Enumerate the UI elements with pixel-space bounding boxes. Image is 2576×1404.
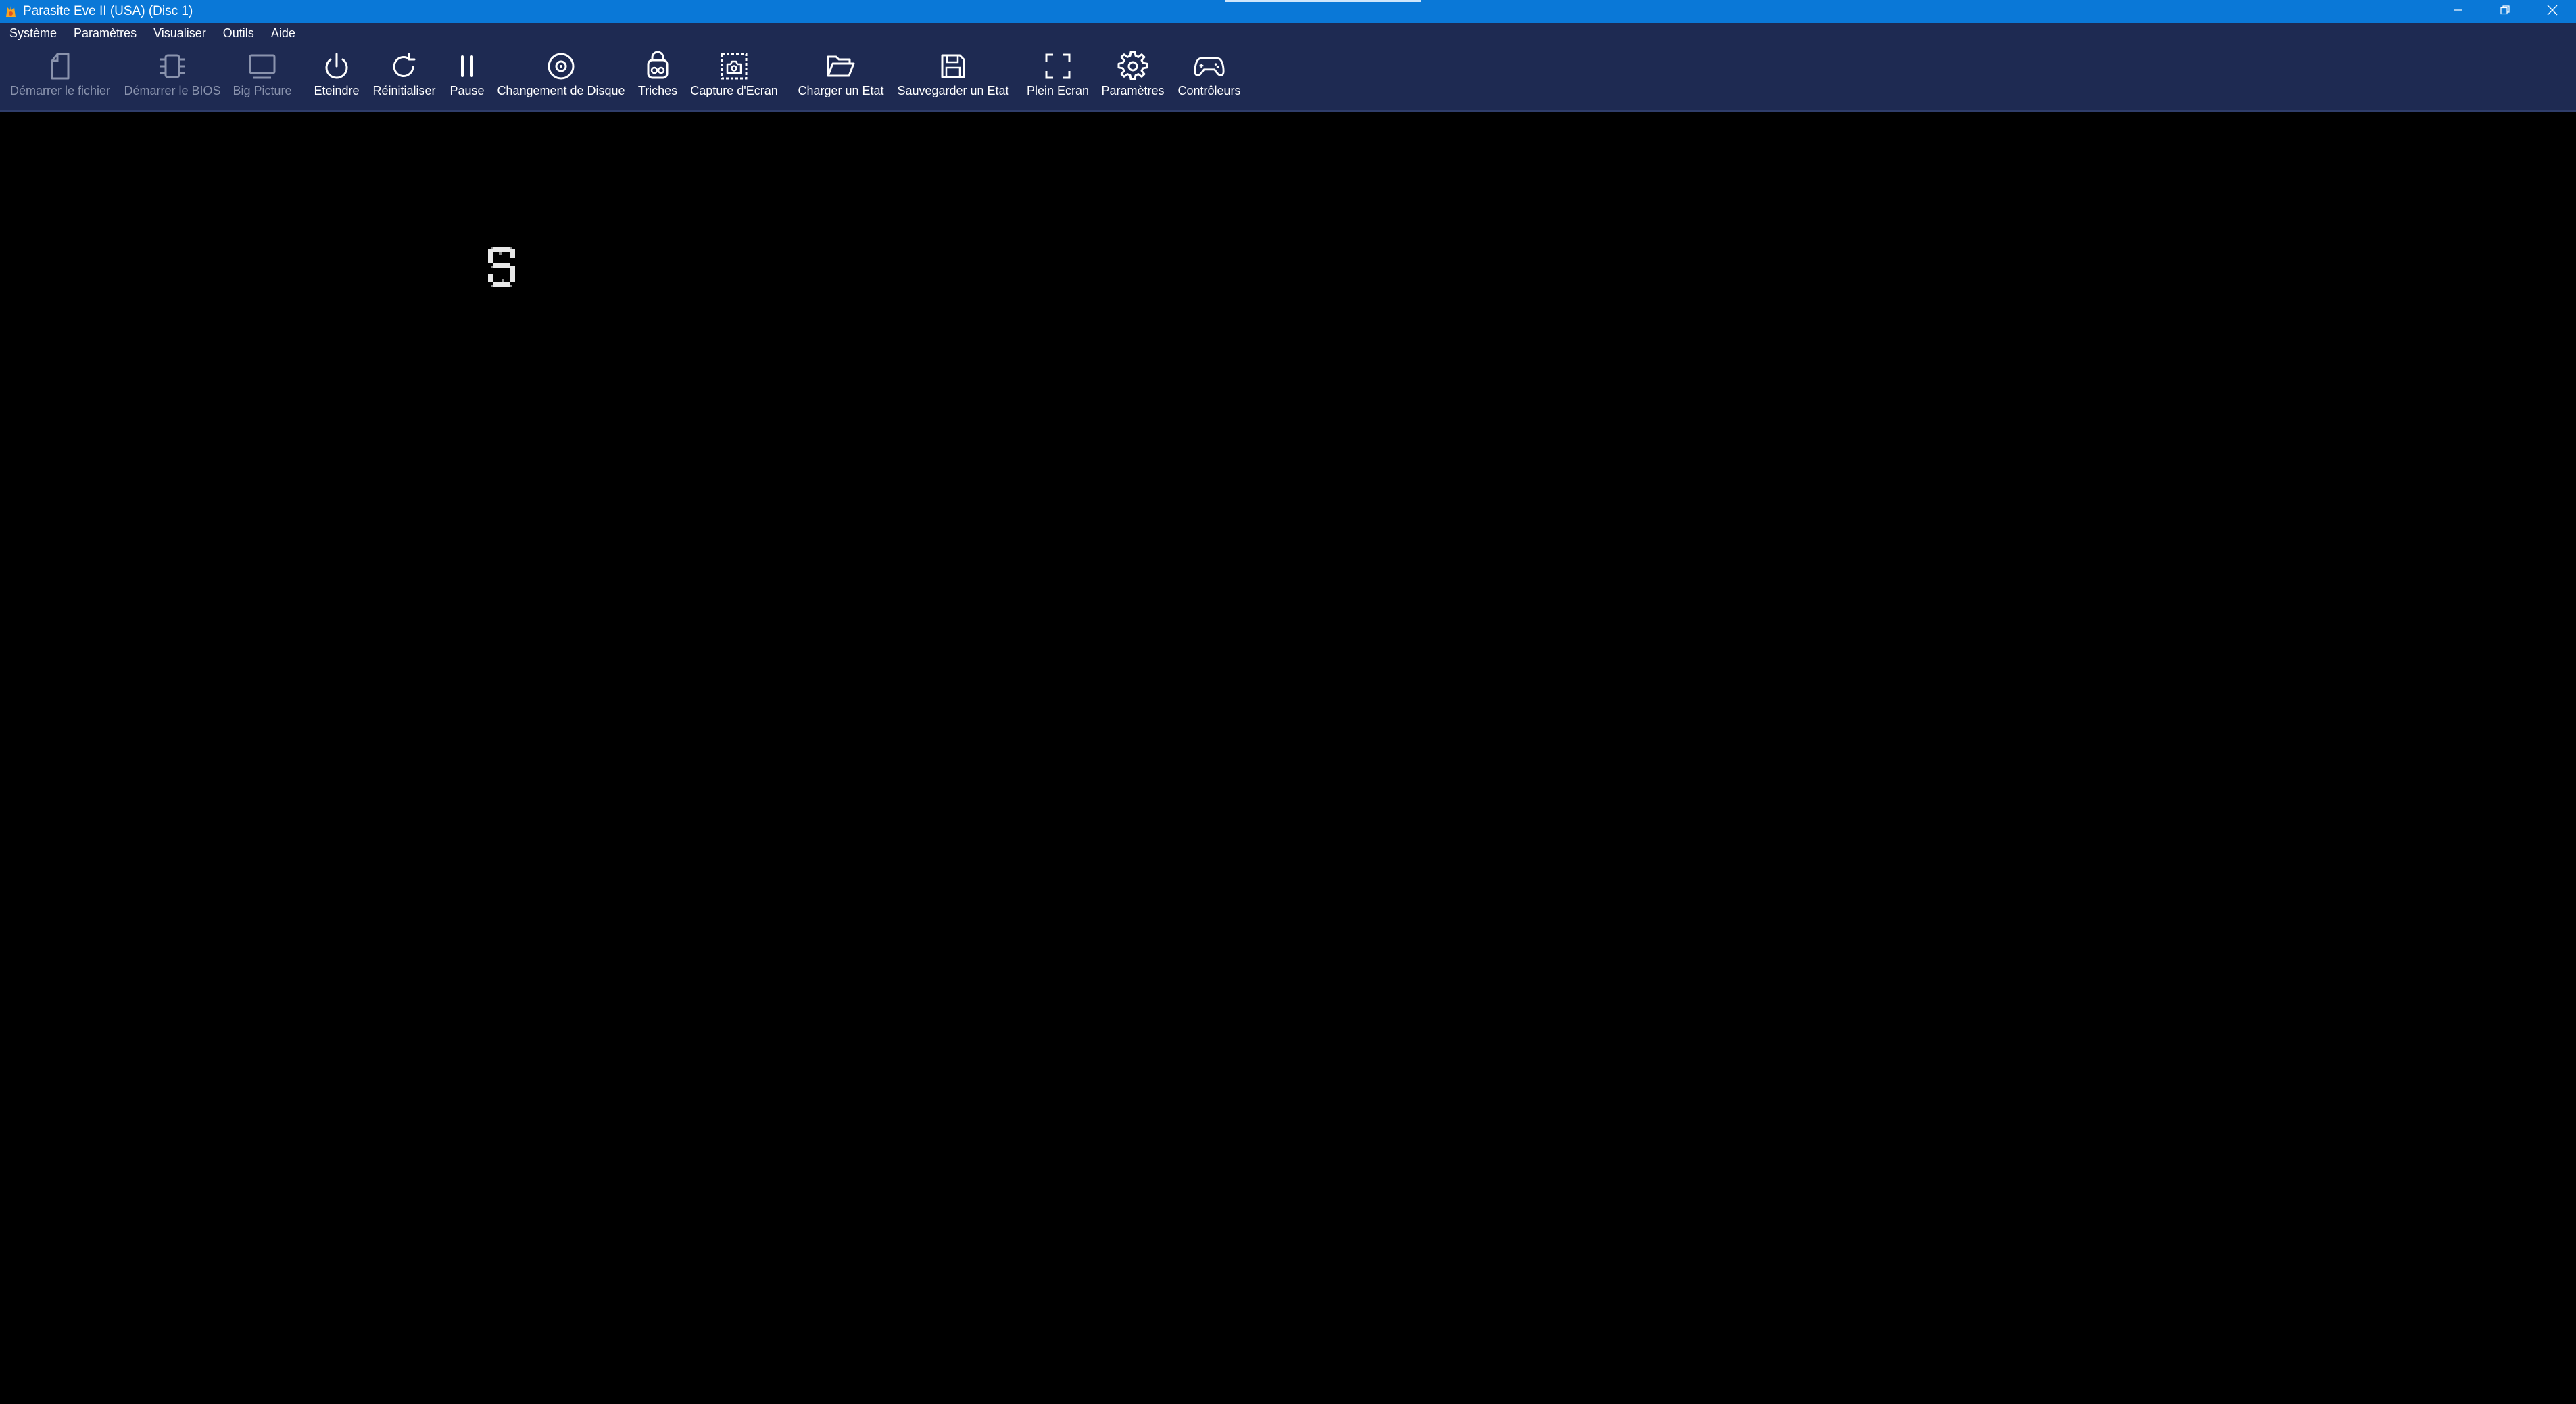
pause-icon [451,50,483,82]
close-button[interactable] [2529,0,2576,23]
load-state-button[interactable]: Charger un Etat [792,43,890,110]
save-icon [937,50,969,82]
settings-label: Paramètres [1101,84,1165,97]
title-highlight-bar [1225,0,1421,2]
menu-bar: Système Paramètres Visualiser Outils Aid… [0,23,2576,43]
window-title: Parasite Eve II (USA) (Disc 1) [23,4,193,18]
game-viewport[interactable] [0,112,2576,1404]
cheats-button[interactable]: Triches [633,43,683,110]
load-state-label: Charger un Etat [798,84,884,97]
folder-open-icon [825,50,857,82]
pause-button[interactable]: Pause [443,43,491,110]
fullscreen-button[interactable]: Plein Ecran [1022,43,1094,110]
change-disc-label: Changement de Disque [497,84,625,97]
duckstation-app-icon [4,5,18,18]
start-file-label: Démarrer le fichier [9,84,111,97]
settings-button[interactable]: Paramètres [1098,43,1168,110]
restore-icon [2500,5,2510,18]
fullscreen-label: Plein Ecran [1026,84,1090,97]
screenshot-button[interactable]: Capture d'Ecran [687,43,781,110]
controllers-label: Contrôleurs [1177,84,1241,97]
big-picture-button[interactable]: Big Picture [228,43,296,110]
power-off-label: Eteindre [314,84,360,97]
fullscreen-icon [1042,50,1074,82]
title-left: Parasite Eve II (USA) (Disc 1) [0,0,193,23]
emulator-window: Parasite Eve II (USA) (Disc 1) Système P… [0,0,2576,1404]
pause-label: Pause [449,84,485,97]
save-state-button[interactable]: Sauvegarder un Etat [894,43,1013,110]
menu-settings[interactable]: Paramètres [64,23,144,43]
power-off-button[interactable]: Eteindre [310,43,364,110]
screenshot-label: Capture d'Ecran [690,84,778,97]
chip-icon [156,50,189,82]
big-picture-label: Big Picture [233,84,292,97]
restore-button[interactable] [2481,0,2529,23]
reset-button[interactable]: Réinitialiser [370,43,438,110]
cheats-label: Triches [637,84,678,97]
close-icon [2547,5,2558,19]
controllers-button[interactable]: Contrôleurs [1172,43,1246,110]
save-state-label: Sauvegarder un Etat [897,84,1009,97]
start-bios-button[interactable]: Démarrer le BIOS [122,43,223,110]
menu-help[interactable]: Aide [262,23,303,43]
toolbar: Démarrer le fichier Démarrer le BIOS Big… [0,43,2576,112]
gear-icon [1117,50,1149,82]
menu-view[interactable]: Visualiser [144,23,214,43]
gamepad-icon [1193,50,1225,82]
start-bios-label: Démarrer le BIOS [124,84,221,97]
start-file-button[interactable]: Démarrer le fichier [9,43,111,110]
change-disc-button[interactable]: Changement de Disque [492,43,630,110]
file-icon [44,50,76,82]
reset-icon [388,50,420,82]
reset-label: Réinitialiser [372,84,436,97]
monitor-icon [246,50,278,82]
menu-tools[interactable]: Outils [214,23,262,43]
minimize-button[interactable] [2434,0,2481,23]
title-bar[interactable]: Parasite Eve II (USA) (Disc 1) [0,0,2576,23]
disc-icon [545,50,577,82]
screenshot-icon [718,50,750,82]
window-controls [2434,0,2576,23]
power-icon [320,50,353,82]
minimize-icon [2453,5,2462,18]
cheat-icon [641,50,674,82]
game-loading-glyph [485,244,518,293]
menu-system[interactable]: Système [0,23,64,43]
